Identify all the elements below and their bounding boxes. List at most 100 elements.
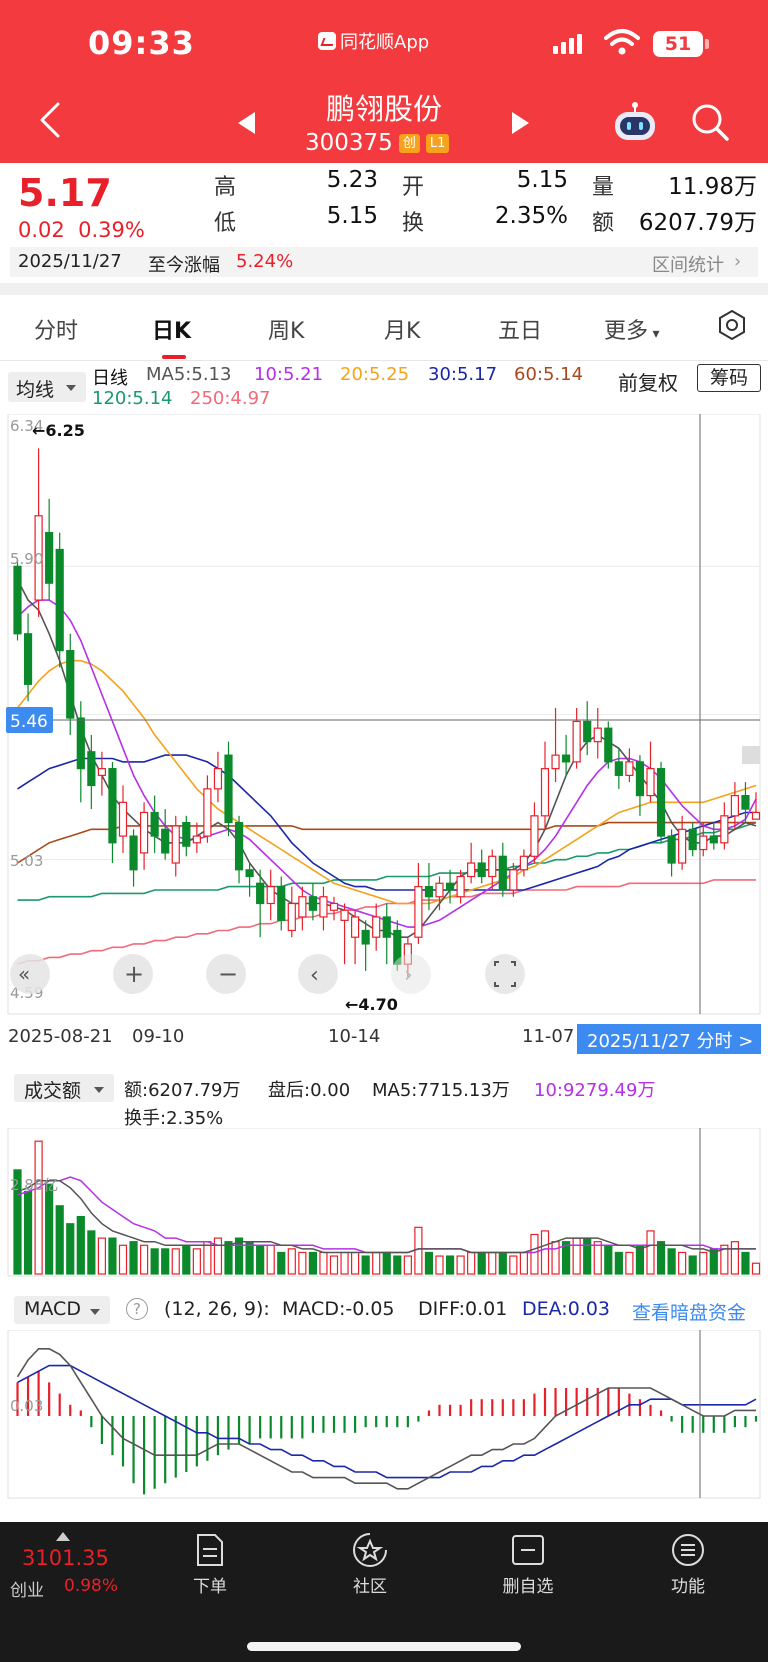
nav-community[interactable]: 社区 <box>320 1532 420 1597</box>
volume-bar <box>604 1244 613 1275</box>
volume-bar <box>741 1251 750 1275</box>
candle-body <box>55 548 64 652</box>
volume-bar <box>45 1183 54 1275</box>
volume-bar <box>76 1215 85 1275</box>
app-header: 09:33 同花顺App 51 鹏翎股份 300375 创 L1 <box>0 0 768 163</box>
candle-body <box>256 882 265 905</box>
nav-functions[interactable]: 功能 <box>638 1532 738 1597</box>
high-value: 5.23 <box>326 167 378 193</box>
range-row[interactable]: 2025/11/27 至今涨幅 5.24% 区间统计 › <box>10 247 758 277</box>
tab-more[interactable]: 更多 ▾ <box>604 313 660 345</box>
dark-pool-link[interactable]: 查看暗盘资金 <box>632 1298 746 1325</box>
volume-y-label: 2.88亿 <box>10 1176 58 1194</box>
candle-body <box>234 821 244 871</box>
volume-bar <box>182 1244 191 1275</box>
chip-distribution-button[interactable]: 筹码 <box>697 364 761 392</box>
nav-remove-watchlist[interactable]: 删自选 <box>478 1532 578 1597</box>
candle <box>129 829 138 887</box>
ma60-line <box>17 821 756 864</box>
candle-body <box>656 768 666 837</box>
candle-body <box>751 811 761 820</box>
volume-bar <box>118 1244 128 1275</box>
app-logo-icon <box>318 32 336 50</box>
open-label: 开 <box>402 175 425 200</box>
intraday-view-button[interactable]: 2025/11/27 分时 > <box>577 1024 761 1054</box>
volume-after-hours: 盘后:0.00 <box>268 1080 351 1101</box>
chevron-left-icon: ‹ <box>310 963 319 988</box>
next-stock-button[interactable] <box>512 112 529 134</box>
macd-chart[interactable]: 0.03 <box>0 1330 768 1500</box>
volume-bar <box>23 1190 33 1275</box>
volume-bar <box>477 1251 486 1275</box>
kline-chart[interactable]: 6.34 5.90 5.03 4.59 5.46 ←6.25 ←4.70 « +… <box>0 414 768 1024</box>
volume-bar <box>161 1248 170 1275</box>
macd-value: MACD:-0.05 <box>282 1298 395 1320</box>
candle <box>245 863 254 897</box>
menu-circle-icon <box>672 1534 704 1566</box>
candle-body <box>192 835 201 844</box>
volume-bar <box>192 1248 201 1275</box>
tab-weekly-k[interactable]: 周K <box>268 313 304 345</box>
candle-body <box>667 835 676 864</box>
candle <box>298 886 307 931</box>
battery-indicator: 51 <box>653 31 703 57</box>
macd-histogram <box>16 1371 758 1495</box>
candle-body <box>361 929 370 945</box>
index-value[interactable]: 3101.35 <box>22 1546 109 1570</box>
candle-body <box>171 825 180 864</box>
candle <box>372 903 381 951</box>
date-label-1: 2025-08-21 <box>8 1026 113 1047</box>
candle-body <box>530 815 539 857</box>
turnover-label: 换 <box>402 211 425 236</box>
volume-turnover: 换手:2.35% <box>124 1108 224 1129</box>
volume-ma10: 10:9279.49万 <box>534 1080 656 1101</box>
candle-body <box>678 828 687 864</box>
candle-body <box>372 916 381 938</box>
tab-fenshi[interactable]: 分时 <box>34 313 78 345</box>
candle-body <box>329 902 339 911</box>
indicator-select[interactable]: 均线 <box>8 372 86 402</box>
tab-five-day[interactable]: 五日 <box>498 313 542 345</box>
adjust-type[interactable]: 前复权 <box>618 367 678 396</box>
search-icon[interactable] <box>690 102 730 142</box>
candle <box>604 721 613 769</box>
candle <box>234 815 244 884</box>
tab-monthly-k[interactable]: 月K <box>384 313 420 345</box>
fullscreen-button <box>485 954 525 994</box>
range-stats-link[interactable]: 区间统计 <box>652 251 724 277</box>
volume-indicator-select[interactable]: 成交额 <box>14 1074 114 1102</box>
nav-order[interactable]: 下单 <box>160 1532 260 1597</box>
settings-hexagon-icon[interactable] <box>716 309 748 341</box>
macd-indicator-select[interactable]: MACD <box>14 1296 110 1324</box>
candle-body <box>583 720 592 743</box>
candle-body <box>76 717 85 770</box>
help-icon[interactable]: ? <box>126 1298 148 1320</box>
volume-ma5-line <box>17 1179 756 1254</box>
candle <box>23 613 33 702</box>
expand-arrow-icon[interactable] <box>56 1532 70 1541</box>
ytd-label: 至今涨幅 <box>148 255 220 276</box>
candle-body <box>551 754 560 770</box>
volume-bar <box>614 1251 623 1275</box>
candle <box>709 822 718 850</box>
level-tag: L1 <box>425 133 450 153</box>
community-star-icon <box>353 1533 387 1567</box>
volume-chart[interactable]: 2.88亿 <box>0 1128 768 1278</box>
volume-bar <box>699 1251 708 1275</box>
high-label: 高 <box>214 175 237 200</box>
tab-daily-k[interactable]: 日K <box>152 313 191 345</box>
volume-bar <box>55 1205 64 1275</box>
candle <box>76 701 85 803</box>
volume-bar <box>140 1244 149 1275</box>
candle-body <box>161 828 170 854</box>
volume-bar <box>467 1251 476 1275</box>
chevron-right-icon: › <box>404 963 413 988</box>
ytd-value: 5.24% <box>236 251 294 272</box>
volume-bar <box>171 1248 180 1275</box>
volume-select-label: 成交额 <box>24 1080 82 1102</box>
candle <box>182 815 191 857</box>
volume-amount: 额:6207.79万 <box>124 1080 241 1101</box>
crosshair-price-text: 5.46 <box>10 712 48 732</box>
robot-assistant-icon[interactable] <box>612 100 658 142</box>
volume-bar <box>287 1248 296 1275</box>
